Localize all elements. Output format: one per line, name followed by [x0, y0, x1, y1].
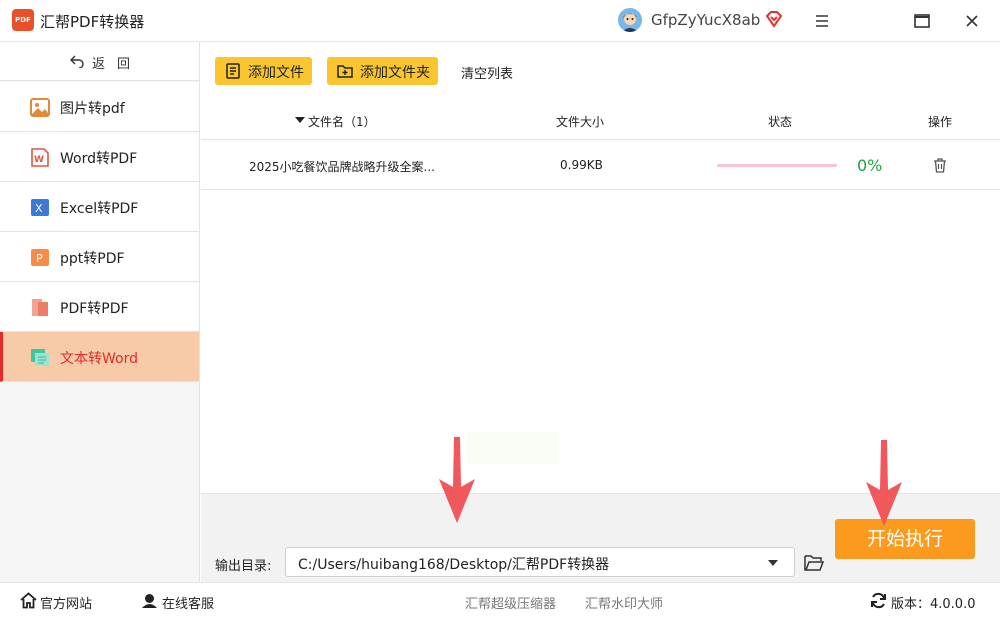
- sort-down-icon[interactable]: [295, 117, 305, 123]
- sidebar-item-ppt-to-pdf[interactable]: P ppt转PDF: [0, 232, 199, 282]
- menu-icon[interactable]: [809, 8, 835, 34]
- image-icon: [30, 98, 50, 117]
- sidebar-item-label: 文本转Word: [60, 351, 138, 367]
- red-arrow-icon: [866, 440, 902, 526]
- progress-bar: [717, 164, 837, 167]
- add-folder-icon: [337, 65, 353, 78]
- file-size: 0.99KB: [560, 158, 603, 172]
- open-folder-icon[interactable]: [804, 554, 824, 572]
- sidebar-item-text-to-word[interactable]: 文本转Word: [0, 332, 199, 382]
- home-icon: [20, 592, 37, 609]
- chevron-down-icon[interactable]: [768, 560, 778, 566]
- clear-list-button[interactable]: 清空列表: [461, 63, 513, 82]
- column-header-name[interactable]: 文件名（1）: [308, 113, 376, 130]
- table-row[interactable]: 2025小吃餐饮品牌战略升级全案... 0.99KB 0%: [201, 141, 1000, 190]
- sidebar-item-excel-to-pdf[interactable]: X Excel转PDF: [0, 182, 199, 232]
- ppt-icon: P: [31, 249, 49, 266]
- output-path-select[interactable]: C:/Users/huibang168/Desktop/汇帮PDF转换器: [285, 547, 795, 577]
- column-header-action: 操作: [928, 115, 953, 129]
- status-bar: 官方网站 在线客服 汇帮超级压缩器 汇帮水印大师 版本：4.0.0.0: [0, 582, 1000, 617]
- sidebar-item-label: Excel转PDF: [60, 201, 139, 217]
- toolbar: 添加文件 添加文件夹 清空列表: [201, 42, 1000, 100]
- add-file-label: 添加文件: [248, 65, 304, 81]
- username[interactable]: GfpZyYucX8ab: [651, 11, 760, 29]
- close-icon[interactable]: [959, 8, 985, 34]
- sidebar-item-label: ppt转PDF: [60, 251, 125, 267]
- column-header-size: 文件大小: [556, 115, 605, 129]
- file-table-header: 文件名（1） 文件大小 状态 操作: [201, 100, 1000, 140]
- trash-icon[interactable]: [932, 157, 948, 173]
- svg-text:X: X: [35, 202, 43, 215]
- add-file-icon: [226, 63, 240, 79]
- start-button[interactable]: 开始执行: [835, 519, 975, 559]
- customer-service-icon: [142, 594, 157, 608]
- file-name: 2025小吃餐饮品牌战略升级全案...: [249, 160, 435, 174]
- add-file-button[interactable]: 添加文件: [215, 57, 312, 85]
- vip-diamond-icon[interactable]: [765, 10, 783, 28]
- sidebar: 返回 图片转pdf W Word转PDF X Excel转PDF P ppt转P…: [0, 42, 200, 582]
- watermark-link[interactable]: 汇帮水印大师: [585, 593, 663, 612]
- version-label: 版本：4.0.0.0: [891, 597, 976, 612]
- sidebar-item-label: PDF转PDF: [60, 301, 129, 317]
- drop-hint: [467, 432, 559, 464]
- back-label: 返回: [92, 57, 143, 72]
- app-window: PDF 汇帮PDF转换器 GfpZyYucX8ab 返回 图片转pdf W Wo…: [0, 0, 1000, 617]
- refresh-icon[interactable]: [870, 592, 887, 609]
- pdf-icon: [32, 299, 48, 316]
- maximize-icon[interactable]: [909, 8, 935, 34]
- back-arrow-icon: [70, 55, 84, 68]
- progress-percent: 0%: [857, 156, 883, 175]
- svg-text:W: W: [34, 155, 44, 165]
- title-bar: PDF 汇帮PDF转换器 GfpZyYucX8ab: [0, 0, 1000, 42]
- svg-text:P: P: [36, 252, 43, 265]
- word-icon: W: [31, 148, 49, 167]
- back-button[interactable]: 返回: [0, 42, 199, 81]
- text-icon: [31, 349, 49, 366]
- online-support-link[interactable]: 在线客服: [162, 593, 214, 612]
- output-path-value: C:/Users/huibang168/Desktop/汇帮PDF转换器: [298, 557, 610, 573]
- red-arrow-icon: [439, 437, 475, 523]
- add-folder-label: 添加文件夹: [360, 65, 430, 81]
- compressor-link[interactable]: 汇帮超级压缩器: [465, 593, 556, 612]
- excel-icon: X: [31, 199, 49, 216]
- app-title: 汇帮PDF转换器: [40, 13, 145, 31]
- column-header-status: 状态: [768, 115, 793, 129]
- sidebar-item-image-to-pdf[interactable]: 图片转pdf: [0, 82, 199, 132]
- sidebar-item-pdf-to-pdf[interactable]: PDF转PDF: [0, 282, 199, 332]
- add-folder-button[interactable]: 添加文件夹: [327, 57, 438, 85]
- sidebar-item-label: Word转PDF: [60, 151, 138, 167]
- sidebar-item-label: 图片转pdf: [60, 101, 125, 117]
- sidebar-item-word-to-pdf[interactable]: W Word转PDF: [0, 132, 199, 182]
- website-link[interactable]: 官方网站: [40, 593, 92, 612]
- user-avatar[interactable]: [618, 8, 642, 32]
- output-label: 输出目录:: [215, 559, 272, 574]
- app-logo: PDF: [12, 9, 34, 31]
